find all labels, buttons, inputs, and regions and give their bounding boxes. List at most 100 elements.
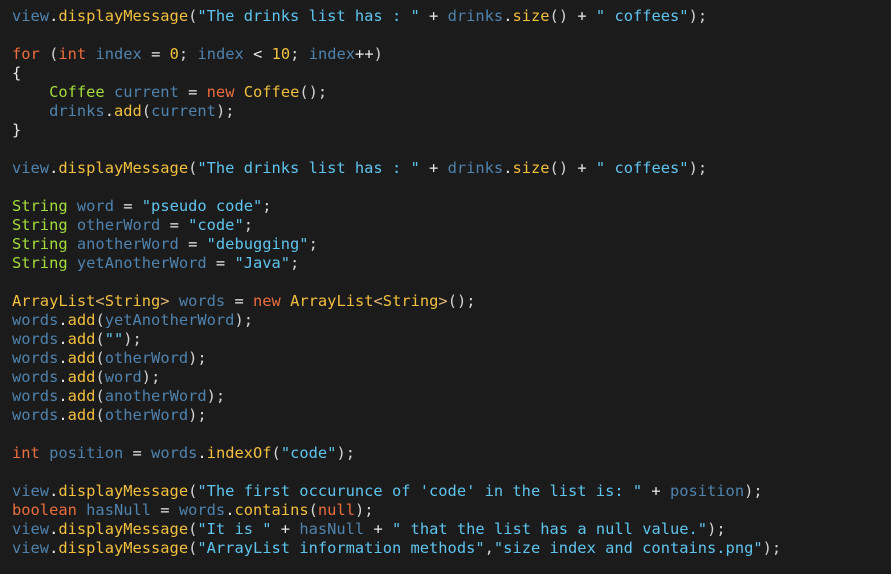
code-line[interactable]: view.displayMessage("The first occurunce… (12, 482, 891, 501)
code-editor[interactable]: view.displayMessage("The drinks list has… (0, 0, 891, 574)
code-line[interactable]: for (int index = 0; index < 10; index++) (12, 45, 891, 64)
code-line[interactable]: String word = "pseudo code"; (12, 197, 891, 216)
code-token: + (271, 520, 300, 538)
code-line[interactable]: words.add(word); (12, 368, 891, 387)
code-token: ( (188, 520, 198, 538)
code-token: < (243, 45, 272, 63)
code-token: size (512, 159, 550, 177)
code-token: ( (188, 159, 198, 177)
code-token: ++ (355, 45, 374, 63)
code-token: view (12, 7, 50, 25)
code-token: ); (336, 444, 355, 462)
code-token: ); (688, 159, 708, 177)
code-token: yetAnotherWord (76, 254, 207, 272)
code-token: ); (215, 102, 235, 120)
code-token: ( (95, 311, 105, 329)
code-line[interactable]: Coffee current = new Coffee(); (12, 83, 891, 102)
code-token: ; (262, 197, 272, 215)
code-token: displayMessage (58, 159, 189, 177)
code-line[interactable]: words.add(""); (12, 330, 891, 349)
code-line[interactable]: view.displayMessage("The drinks list has… (12, 159, 891, 178)
code-line[interactable]: drinks.add(current); (12, 102, 891, 121)
code-line[interactable]: String anotherWord = "debugging"; (12, 235, 891, 254)
code-token: ( (188, 7, 198, 25)
code-line[interactable]: view.displayMessage("The drinks list has… (12, 7, 891, 26)
code-line[interactable]: String otherWord = "code"; (12, 216, 891, 235)
code-token: ); (688, 7, 708, 25)
code-token: + (642, 482, 670, 500)
code-token: . (58, 330, 68, 348)
code-token: "" (104, 330, 124, 348)
code-token: " coffees" (595, 7, 689, 25)
code-token: ; (178, 45, 198, 63)
code-token: add (67, 349, 96, 367)
code-line[interactable] (12, 273, 891, 292)
code-token: "The first occurunce of 'code' in the li… (197, 482, 643, 500)
code-token: String (12, 235, 68, 253)
code-token: String (12, 216, 68, 234)
code-line[interactable]: view.displayMessage("ArrayList informati… (12, 539, 891, 558)
code-token: String (12, 254, 68, 272)
code-token: ); (206, 387, 226, 405)
code-token: " coffees" (595, 159, 689, 177)
code-token: (); (299, 83, 328, 101)
code-token: drinks (447, 7, 504, 25)
code-line[interactable] (12, 178, 891, 197)
code-token: = (141, 45, 170, 63)
code-line[interactable]: view.displayMessage("It is " + hasNull +… (12, 520, 891, 539)
code-token: add (67, 330, 96, 348)
code-token: = (123, 444, 152, 462)
code-token: size (512, 7, 550, 25)
code-line[interactable]: String yetAnotherWord = "Java"; (12, 254, 891, 273)
code-token: "Java" (234, 254, 291, 272)
code-line[interactable] (12, 425, 891, 444)
code-token: words (12, 387, 59, 405)
code-line[interactable] (12, 140, 891, 159)
code-token: add (113, 102, 142, 120)
code-token: "debugging" (206, 235, 309, 253)
code-token: add (67, 387, 96, 405)
code-token: view (12, 482, 50, 500)
code-token: word (104, 368, 142, 386)
code-token: ( (95, 368, 105, 386)
code-line[interactable]: words.add(otherWord); (12, 349, 891, 368)
code-token: words (12, 311, 59, 329)
code-line[interactable]: int position = words.indexOf("code"); (12, 444, 891, 463)
code-line[interactable]: words.add(anotherWord); (12, 387, 891, 406)
code-token: current (151, 102, 216, 120)
code-token: hasNull (86, 501, 152, 519)
code-line[interactable]: } (12, 121, 891, 140)
code-token: indexOf (206, 444, 272, 462)
code-token: () (549, 7, 569, 25)
code-token: word (76, 197, 114, 215)
code-token: words (12, 349, 59, 367)
code-line[interactable]: ArrayList<String> words = new ArrayList<… (12, 292, 891, 311)
code-token: current (113, 83, 179, 101)
code-line[interactable]: words.add(otherWord); (12, 406, 891, 425)
code-token: displayMessage (58, 482, 189, 500)
code-token: ); (762, 539, 782, 557)
code-token: < (95, 292, 105, 310)
code-token: ; (243, 216, 253, 234)
code-token: " that the list has a null value." (392, 520, 708, 538)
code-line[interactable]: boolean hasNull = words.contains(null); (12, 501, 891, 520)
code-token: "The drinks list has : " (197, 159, 420, 177)
code-token: . (49, 159, 59, 177)
code-token: ); (744, 482, 763, 500)
code-token: > (438, 292, 448, 310)
code-token: ; (290, 45, 309, 63)
code-line[interactable]: words.add(yetAnotherWord); (12, 311, 891, 330)
code-token: "It is " (197, 520, 272, 538)
code-token: + (364, 520, 393, 538)
code-line[interactable] (12, 26, 891, 45)
code-token: ); (707, 520, 726, 538)
code-line[interactable] (12, 463, 891, 482)
code-token: . (49, 539, 59, 557)
code-line[interactable]: { (12, 64, 891, 83)
